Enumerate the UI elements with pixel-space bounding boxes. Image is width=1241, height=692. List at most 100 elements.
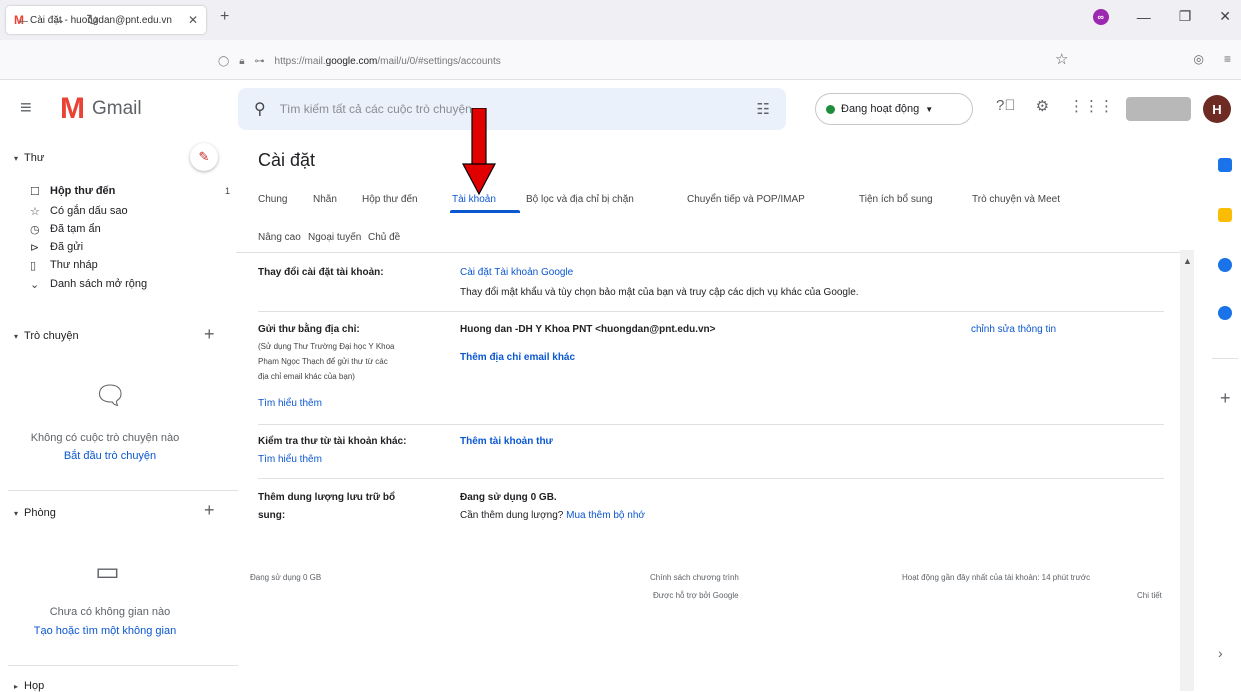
- lock-icon: 🔒︎: [239, 55, 245, 67]
- nav-buttons: ← → ↻: [16, 11, 99, 29]
- chat-section-header[interactable]: ▾ Trò chuyện: [14, 330, 79, 342]
- contacts-icon[interactable]: [1218, 306, 1232, 320]
- buy-storage-link[interactable]: Mua thêm bộ nhớ: [566, 510, 645, 521]
- row-divider: [258, 424, 1164, 425]
- spaces-grid-icon: ▭: [95, 556, 120, 586]
- avatar[interactable]: H: [1203, 95, 1231, 123]
- check-mail-label: Kiểm tra thư từ tài khoản khác:: [258, 436, 407, 447]
- sidebar-item-snoozed[interactable]: ◷ Đã tạm ẩn: [30, 221, 230, 237]
- back-icon[interactable]: ←: [16, 11, 31, 29]
- search-input[interactable]: Tìm kiếm tất cả các cuộc trò chuyện: [280, 102, 743, 116]
- red-arrow-annotation: [462, 108, 496, 196]
- address-bar[interactable]: ◯ 🔒︎ ⊶ https://mail.google.com/mail/u/0/…: [218, 50, 1078, 72]
- program-policy-link[interactable]: Chính sách chương trình: [650, 573, 739, 582]
- storage-label-cont: sung:: [258, 510, 286, 521]
- sidebar-item-sent[interactable]: ⊳ Đã gửi: [30, 239, 230, 255]
- edit-info-link[interactable]: chỉnh sửa thông tin: [971, 324, 1056, 335]
- sidebar-item-more[interactable]: ⌄ Danh sách mở rộng: [30, 276, 230, 292]
- scroll-up-icon[interactable]: ▲: [1183, 256, 1192, 266]
- tab-advanced[interactable]: Nâng cao: [258, 232, 301, 243]
- get-addons-plus-icon[interactable]: +: [1220, 388, 1231, 409]
- minimize-icon[interactable]: —: [1137, 9, 1151, 25]
- sidebar-item-starred[interactable]: ☆ Có gắn dấu sao: [30, 203, 230, 219]
- page-title: Cài đặt: [258, 150, 316, 170]
- menu-icon[interactable]: ≡: [1224, 52, 1231, 66]
- change-settings-label: Thay đổi cài đặt tài khoản:: [258, 267, 384, 278]
- pocket-icon[interactable]: ◎: [1194, 52, 1204, 66]
- add-mail-account-link[interactable]: Thêm tài khoản thư: [460, 436, 553, 447]
- sidebar-divider: [8, 665, 238, 666]
- mail-section-header[interactable]: ▾ Thư: [14, 152, 44, 164]
- chat-empty-text: Không có cuộc trò chuyện nào: [30, 432, 180, 444]
- search-bar[interactable]: ⚲ Tìm kiếm tất cả các cuộc trò chuyện ☷: [238, 88, 786, 130]
- meet-section-header[interactable]: ▸ Họp: [14, 680, 44, 692]
- shield-icon: ◯: [218, 55, 230, 67]
- reload-icon[interactable]: ↻: [86, 11, 99, 29]
- tab-inbox[interactable]: Hộp thư đến: [362, 194, 418, 205]
- main-menu-icon[interactable]: ≡: [20, 97, 32, 120]
- learn-more-link[interactable]: Tìm hiểu thêm: [258, 454, 322, 465]
- header-icons: ?⃝ ⚙ ⋮⋮⋮: [996, 97, 1114, 115]
- find-space-link[interactable]: Tạo hoặc tìm một không gian: [0, 625, 210, 637]
- tabs-divider: [236, 252, 1180, 253]
- extension-icon[interactable]: ∞: [1092, 8, 1109, 25]
- compose-button[interactable]: ✎: [190, 143, 218, 171]
- collapse-caret-icon: ▾: [14, 153, 19, 163]
- key-icon: ⊶: [254, 55, 265, 67]
- storage-label: Thêm dung lượng lưu trữ bổ: [258, 492, 396, 503]
- bookmark-star-icon[interactable]: ☆: [1055, 50, 1068, 68]
- new-tab-icon[interactable]: +: [220, 8, 229, 26]
- row-divider: [258, 311, 1164, 312]
- tab-offline[interactable]: Ngoại tuyến: [308, 232, 361, 243]
- tab-filters[interactable]: Bộ lọc và địa chỉ bị chặn: [526, 194, 634, 205]
- storage-need-text: Cần thêm dung lượng? Mua thêm bộ nhớ: [460, 510, 645, 521]
- search-options-icon[interactable]: ☷: [757, 100, 770, 118]
- send-icon: ⊳: [30, 241, 40, 254]
- inbox-icon: ☐: [30, 185, 40, 198]
- tab-chat-meet[interactable]: Trò chuyện và Meet: [972, 194, 1060, 205]
- new-chat-plus-icon[interactable]: +: [204, 324, 215, 345]
- add-email-link[interactable]: Thêm địa chỉ email khác: [460, 352, 575, 363]
- scrollbar[interactable]: [1180, 250, 1194, 691]
- google-account-desc: Thay đổi mật khẩu và tùy chọn bảo mật củ…: [460, 287, 859, 298]
- search-icon[interactable]: ⚲: [254, 99, 266, 119]
- browser-menu-icons: ◎ ≡: [1194, 52, 1232, 66]
- star-icon: ☆: [30, 205, 40, 218]
- learn-more-link[interactable]: Tìm hiểu thêm: [258, 398, 322, 409]
- tasks-icon[interactable]: [1218, 258, 1232, 272]
- gmail-logo[interactable]: M Gmail: [60, 92, 142, 126]
- tab-forwarding[interactable]: Chuyển tiếp và POP/IMAP: [687, 194, 805, 205]
- send-as-address: Huong dan -DH Y Khoa PNT <huongdan@pnt.e…: [460, 324, 716, 335]
- details-link[interactable]: Chi tiết: [1137, 591, 1162, 600]
- restore-icon[interactable]: ❐: [1179, 8, 1192, 25]
- expand-caret-icon: ▸: [14, 681, 19, 691]
- tab-general[interactable]: Chung: [258, 194, 287, 205]
- organization-logo: [1126, 97, 1191, 121]
- start-chat-link[interactable]: Bắt đầu trò chuyện: [5, 450, 215, 462]
- help-icon[interactable]: ?⃝: [996, 97, 1016, 115]
- close-tab-icon[interactable]: ✕: [188, 13, 198, 27]
- chat-bubble-icon: 🗨︎: [94, 380, 128, 410]
- keep-icon[interactable]: [1218, 208, 1232, 222]
- gear-icon[interactable]: ⚙: [1036, 97, 1049, 115]
- apps-grid-icon[interactable]: ⋮⋮⋮: [1069, 97, 1114, 115]
- unread-count: 1: [224, 186, 230, 196]
- tab-addons[interactable]: Tiện ích bổ sung: [859, 194, 933, 205]
- storage-used: Đang sử dụng 0 GB.: [460, 492, 557, 503]
- send-as-note-3: địa chỉ email khác của bạn): [258, 372, 355, 381]
- sidebar-item-inbox[interactable]: ☐ Hộp thư đến 1: [30, 183, 230, 199]
- status-button[interactable]: Đang hoạt động ▼: [815, 93, 973, 125]
- tab-themes[interactable]: Chủ đề: [368, 232, 400, 243]
- close-window-icon[interactable]: ✕: [1219, 8, 1231, 25]
- sidebar-item-drafts[interactable]: ▯ Thư nháp: [30, 257, 230, 273]
- tab-labels[interactable]: Nhãn: [313, 194, 337, 205]
- gmail-m-icon: M: [60, 92, 85, 125]
- new-space-plus-icon[interactable]: +: [204, 500, 215, 521]
- spaces-section-header[interactable]: ▾ Phòng: [14, 507, 56, 519]
- google-account-link[interactable]: Cài đặt Tài khoản Google: [460, 267, 573, 278]
- calendar-icon[interactable]: [1218, 158, 1232, 172]
- expand-panel-icon[interactable]: ›: [1218, 645, 1223, 661]
- forward-icon[interactable]: →: [51, 11, 66, 29]
- url-text: https://mail.google.com/mail/u/0/#settin…: [274, 55, 501, 67]
- footer-usage: Đang sử dụng 0 GB: [250, 573, 322, 582]
